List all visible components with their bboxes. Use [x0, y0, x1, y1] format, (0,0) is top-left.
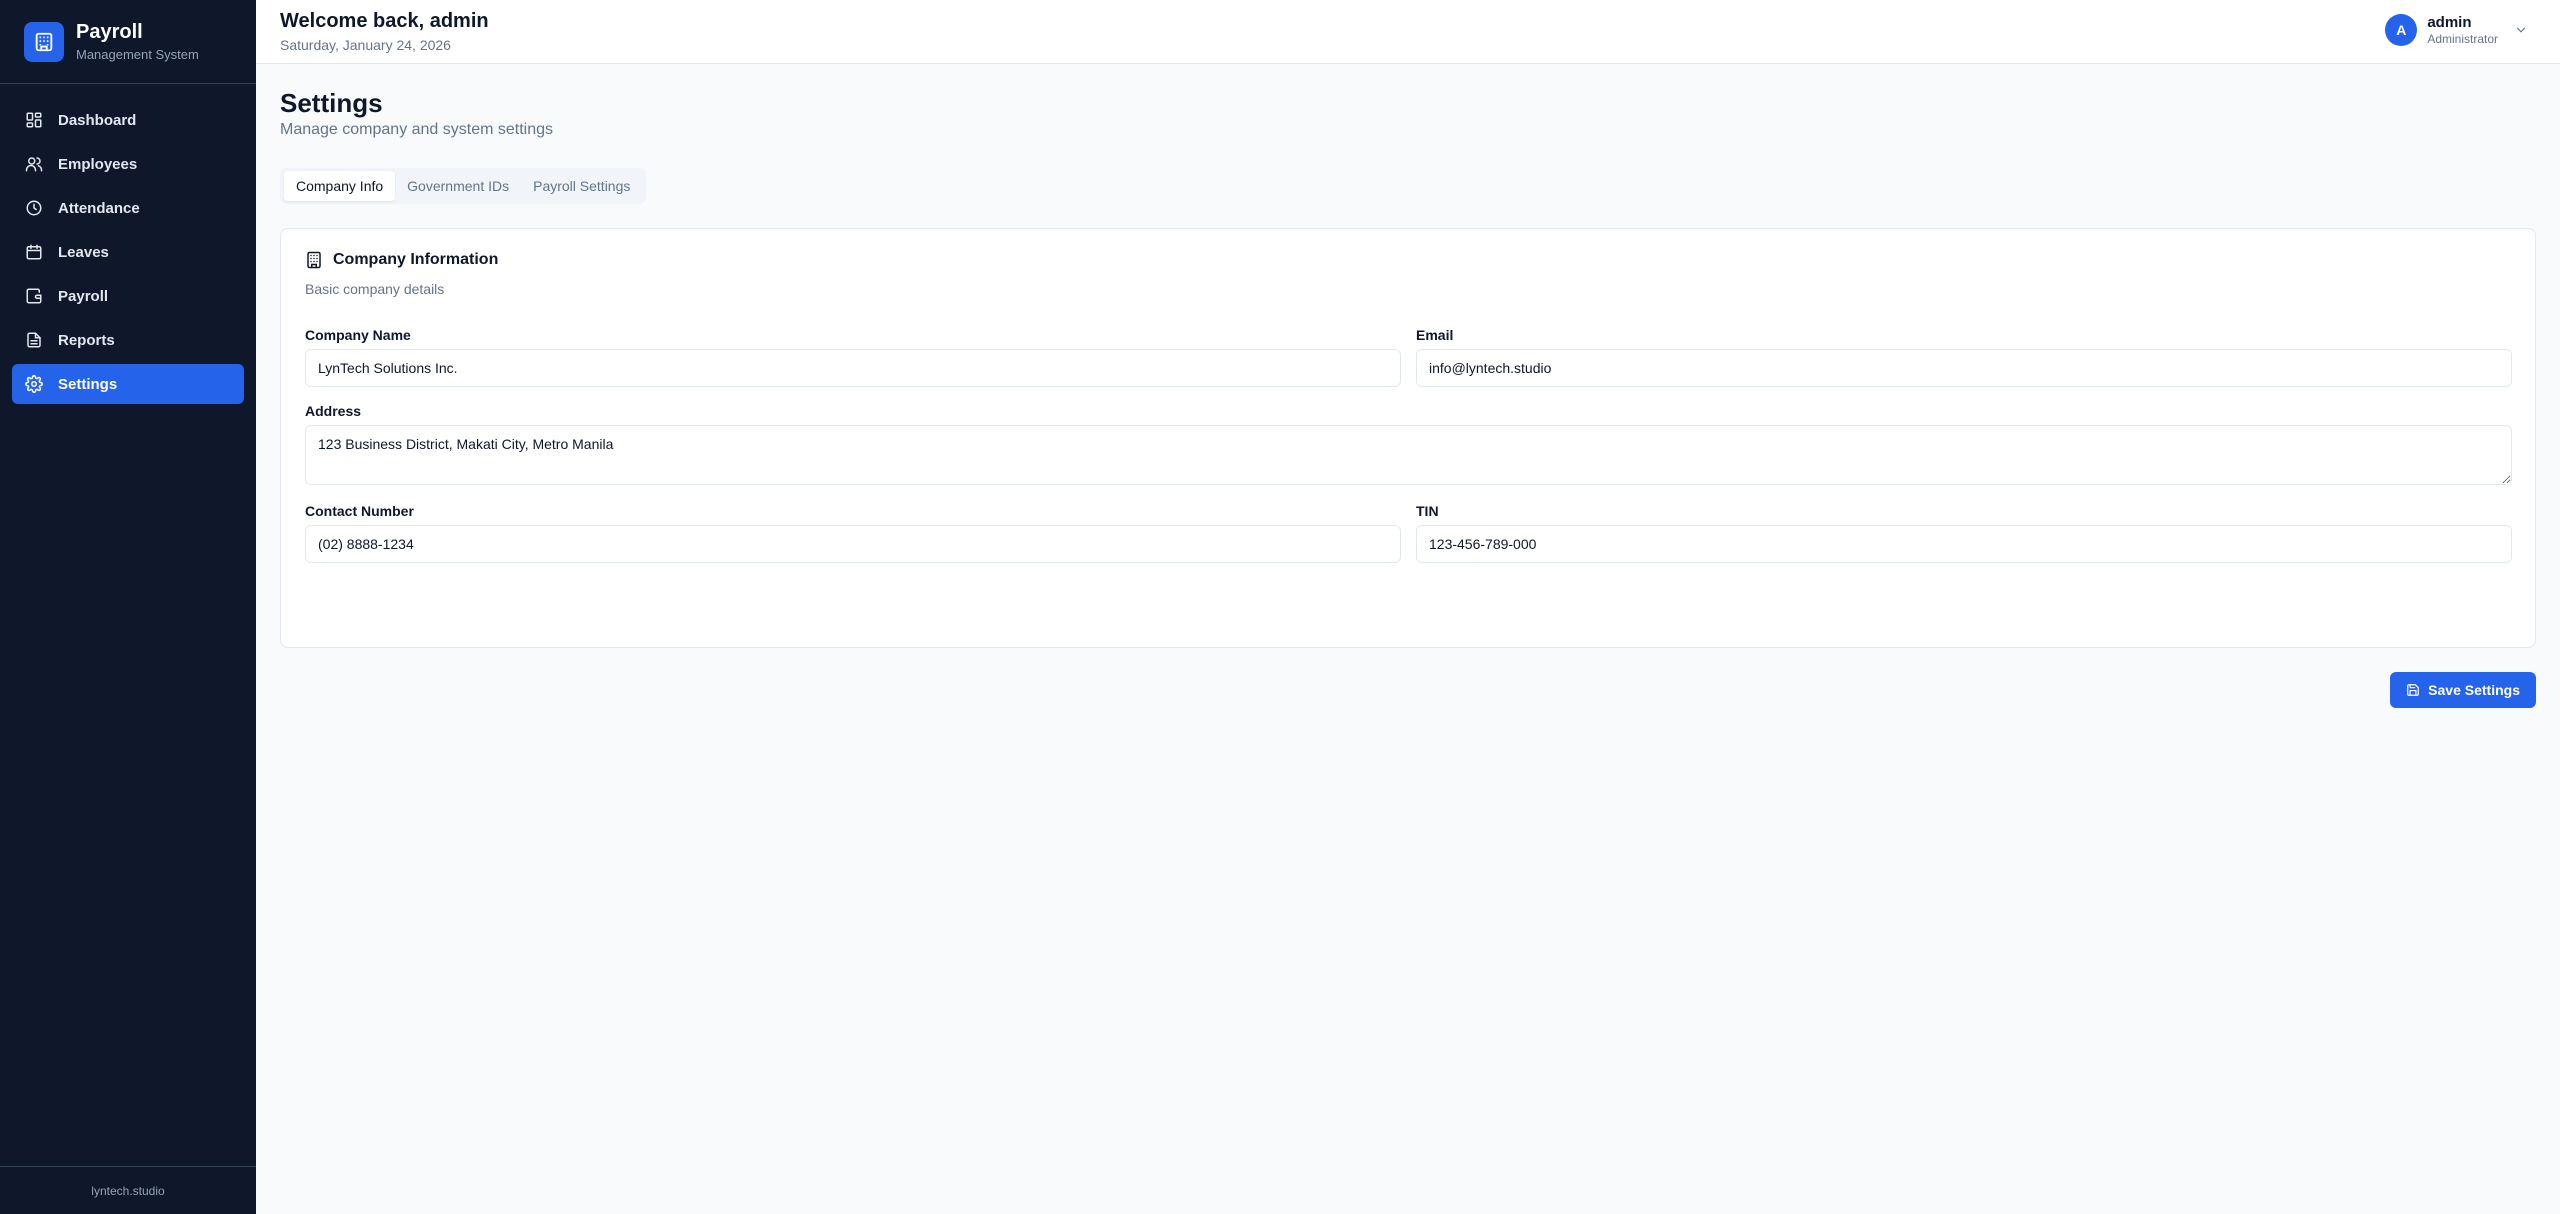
user-name: admin	[2427, 14, 2472, 31]
company-name-input[interactable]	[305, 349, 1401, 387]
contact-number-input[interactable]	[305, 525, 1401, 563]
current-date: Saturday, January 24, 2026	[280, 37, 451, 53]
avatar: A	[2385, 14, 2418, 46]
tab-payroll-settings[interactable]: Payroll Settings	[521, 171, 642, 201]
save-button-label: Save Settings	[2428, 682, 2520, 698]
brand[interactable]: Payroll Management System	[0, 0, 256, 84]
sidebar-item-dashboard[interactable]: Dashboard	[12, 100, 244, 140]
sidebar-nav: Dashboard Employees Attendance Leaves Pa…	[0, 84, 256, 424]
dashboard-icon	[24, 110, 44, 130]
save-settings-button[interactable]: Save Settings	[2390, 672, 2536, 708]
brand-subtitle: Management System	[76, 46, 199, 62]
brand-title: Payroll	[76, 20, 143, 43]
sidebar-item-label: Attendance	[58, 199, 140, 217]
file-text-icon	[24, 330, 44, 350]
users-icon	[24, 154, 44, 174]
tab-government-ids[interactable]: Government IDs	[395, 171, 521, 201]
email-label: Email	[1416, 327, 1454, 343]
sidebar-item-label: Payroll	[58, 287, 109, 305]
welcome-message: Welcome back, admin	[280, 10, 489, 32]
tin-label: TIN	[1416, 503, 1439, 519]
sidebar-footer: lyntech.studio	[0, 1166, 256, 1214]
sidebar-item-payroll[interactable]: Payroll	[12, 276, 244, 316]
wallet-icon	[24, 286, 44, 306]
page-title: Settings	[280, 88, 383, 118]
company-info-card: Company Information Basic company detail…	[280, 228, 2536, 648]
sidebar-item-label: Leaves	[58, 243, 109, 261]
company-name-label: Company Name	[305, 327, 411, 343]
building-icon	[24, 21, 64, 62]
user-menu[interactable]: A admin Administrator	[2385, 14, 2528, 46]
sidebar-item-label: Reports	[58, 331, 115, 349]
settings-tabs: Company Info Government IDs Payroll Sett…	[280, 168, 647, 204]
sidebar-item-attendance[interactable]: Attendance	[12, 188, 244, 228]
address-label: Address	[305, 403, 362, 419]
sidebar-item-leaves[interactable]: Leaves	[12, 232, 244, 272]
sidebar-item-label: Employees	[58, 155, 138, 173]
card-title-text: Company Information	[333, 251, 499, 268]
card-title: Company Information	[305, 251, 498, 269]
user-role: Administrator	[2427, 32, 2498, 46]
top-header: Welcome back, admin Saturday, January 24…	[256, 0, 2560, 64]
tab-company-info[interactable]: Company Info	[284, 171, 396, 201]
address-textarea[interactable]: 123 Business District, Makati City, Metr…	[305, 425, 2512, 485]
chevron-down-icon[interactable]	[2514, 23, 2528, 37]
save-icon	[2406, 683, 2420, 697]
calendar-icon	[24, 242, 44, 262]
clock-icon	[24, 198, 44, 218]
sidebar-item-label: Settings	[58, 375, 118, 393]
main-content: Settings Manage company and system setti…	[256, 64, 2560, 1214]
sidebar-item-label: Dashboard	[58, 111, 137, 129]
page-subtitle: Manage company and system settings	[280, 121, 554, 138]
sidebar: Payroll Management System Dashboard Empl…	[0, 0, 256, 1214]
sidebar-item-settings[interactable]: Settings	[12, 364, 244, 404]
sidebar-item-reports[interactable]: Reports	[12, 320, 244, 360]
building-icon	[305, 251, 323, 269]
email-field[interactable]	[1416, 349, 2512, 387]
sidebar-item-employees[interactable]: Employees	[12, 144, 244, 184]
tin-input[interactable]	[1416, 525, 2512, 563]
card-description: Basic company details	[305, 281, 445, 297]
contact-number-label: Contact Number	[305, 503, 414, 519]
gear-icon	[24, 374, 44, 394]
